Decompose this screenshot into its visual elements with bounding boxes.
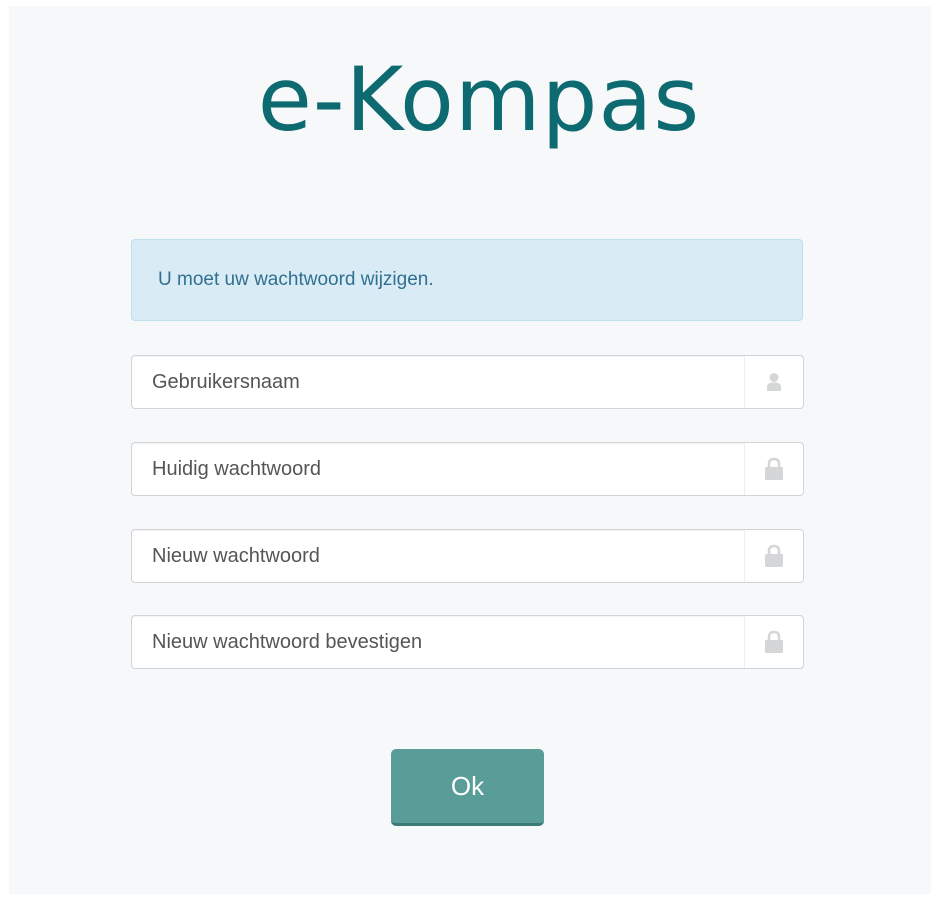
alert-message: U moet uw wachtwoord wijzigen.	[158, 269, 434, 290]
user-icon	[744, 356, 803, 408]
current-password-input[interactable]	[132, 443, 744, 495]
username-field-group	[131, 355, 804, 409]
current-password-field-group	[131, 442, 804, 496]
lock-icon	[744, 530, 803, 582]
lock-icon	[744, 443, 803, 495]
app-logo: e-Kompas	[257, 48, 701, 151]
ok-button[interactable]: Ok	[391, 749, 544, 826]
lock-icon	[744, 616, 803, 668]
username-input[interactable]	[132, 356, 744, 408]
info-alert: U moet uw wachtwoord wijzigen.	[131, 239, 803, 321]
new-password-input[interactable]	[132, 530, 744, 582]
confirm-password-input[interactable]	[132, 616, 744, 668]
confirm-password-field-group	[131, 615, 804, 669]
new-password-field-group	[131, 529, 804, 583]
